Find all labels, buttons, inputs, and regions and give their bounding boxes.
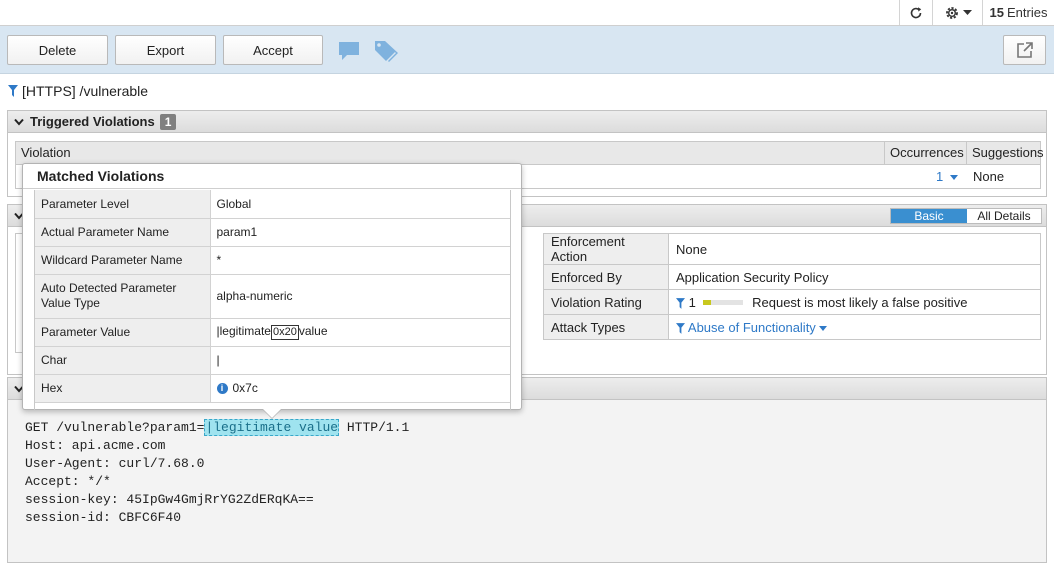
value-post: value — [298, 324, 328, 338]
popout-button[interactable] — [1003, 35, 1046, 65]
popup-title: Matched Violations — [23, 164, 521, 189]
value-pre: |legitimate — [216, 324, 271, 338]
refresh-icon — [910, 6, 922, 18]
row-value: * — [210, 246, 510, 275]
filter-title-text: [HTTPS] /vulnerable — [22, 83, 149, 99]
header-line: User-Agent: curl/7.68.0 — [25, 456, 205, 471]
settings-menu-button[interactable] — [932, 0, 982, 25]
header-line: Host: api.acme.com — [25, 438, 166, 453]
enforcement-table: Enforcement Action None Enforced By Appl… — [543, 233, 1041, 340]
attack-type-link[interactable]: Abuse of Functionality — [688, 320, 816, 335]
row-key: Hex — [35, 374, 211, 403]
delete-button[interactable]: Delete — [7, 35, 108, 65]
filter-title: [HTTPS] /vulnerable — [8, 83, 148, 99]
details-view-toggle: Basic All Details — [890, 208, 1042, 224]
violation-rating-note: Request is most likely a false positive — [752, 294, 968, 310]
table-row: Enforcement Action None — [543, 233, 1041, 265]
all-details-toggle[interactable]: All Details — [967, 209, 1041, 223]
header-line: session-id: CBFC6F40 — [25, 510, 182, 525]
violation-rating-cell: 1 Request is most likely a false positiv… — [668, 289, 1041, 315]
attack-types-cell: Abuse of Functionality — [668, 314, 1041, 340]
entries-count: 15 Entries — [982, 0, 1054, 25]
table-row: Attack Types Abuse of Functionality — [543, 314, 1041, 340]
row-value: Global — [210, 190, 510, 219]
refresh-button[interactable] — [899, 0, 932, 25]
matched-violations-table: Parameter Level Global Actual Parameter … — [35, 190, 510, 403]
rating-bar-fill — [703, 299, 712, 305]
enforcement-action-label: Enforcement Action — [543, 233, 669, 265]
info-icon[interactable]: i — [216, 383, 228, 395]
column-suggestions[interactable]: Suggestions — [967, 142, 1044, 164]
request-body: GET /vulnerable?param1=|legitimate value… — [7, 400, 1047, 563]
section-title: Triggered Violations — [30, 114, 155, 129]
column-violation[interactable]: Violation — [16, 142, 885, 164]
request-line-prefix: GET /vulnerable?param1= — [25, 420, 205, 435]
occurrences-value: 1 — [936, 169, 944, 184]
header-line: session-key: 45IpGw4GmjRrYG2ZdERqKA== — [25, 492, 314, 507]
caret-down-icon — [962, 9, 972, 15]
chevron-down-icon — [14, 118, 24, 126]
top-bar: 15 Entries — [0, 0, 1054, 26]
hex-char-box: 0x20 — [270, 325, 299, 340]
hex-value: 0x7c — [232, 381, 258, 395]
hex-value-cell: i 0x7c — [210, 374, 510, 403]
entries-number: 15 — [989, 5, 1004, 20]
table-row: Actual Parameter Name param1 — [35, 218, 510, 247]
occurrences-dropdown[interactable]: 1 — [936, 169, 958, 184]
caret-down-icon — [949, 175, 958, 181]
request-line-suffix: HTTP/1.1 — [339, 420, 410, 435]
highlighted-parameter-value[interactable]: |legitimate value — [204, 419, 340, 436]
row-value: | — [210, 346, 510, 375]
entries-label: Entries — [1007, 5, 1048, 20]
row-key: Wildcard Parameter Name — [35, 246, 211, 275]
table-row: Char | — [35, 346, 510, 375]
caret-down-icon[interactable] — [819, 325, 828, 331]
enforced-by-label: Enforced By — [543, 264, 669, 290]
violation-rating-label: Violation Rating — [543, 289, 669, 315]
suggestions-value: None — [973, 169, 1005, 184]
row-key: Parameter Level — [35, 190, 211, 219]
row-value: param1 — [210, 218, 510, 247]
request-text: GET /vulnerable?param1=|legitimate value… — [25, 419, 409, 527]
filter-icon[interactable] — [676, 322, 685, 334]
row-key: Parameter Value — [35, 318, 211, 347]
header-line: Accept: */* — [25, 474, 111, 489]
table-row: Hex i 0x7c — [35, 374, 510, 403]
row-key: Char — [35, 346, 211, 375]
table-row: Auto Detected Parameter Value Type alpha… — [35, 274, 510, 319]
row-value: alpha-numeric — [210, 274, 510, 319]
gear-icon — [945, 6, 958, 19]
enforced-by-value: Application Security Policy — [668, 264, 1041, 290]
violations-table-header: Violation Occurrences Suggestions — [15, 141, 1044, 165]
row-key: Actual Parameter Name — [35, 218, 211, 247]
column-occurrences[interactable]: Occurrences — [885, 142, 967, 164]
row-key: Auto Detected Parameter Value Type — [35, 274, 211, 319]
triggered-violations-header[interactable]: Triggered Violations 1 — [7, 110, 1047, 133]
table-row: Wildcard Parameter Name * — [35, 246, 510, 275]
matched-violations-popup: Matched Violations Parameter Level Globa… — [22, 163, 522, 410]
action-toolbar: Delete Export Accept — [0, 26, 1054, 74]
export-button[interactable]: Export — [115, 35, 216, 65]
attack-types-label: Attack Types — [543, 314, 669, 340]
popup-scroll-area[interactable]: Parameter Level Global Actual Parameter … — [34, 190, 511, 410]
parameter-value-cell: |legitimate 0x20 value — [210, 318, 510, 347]
basic-toggle[interactable]: Basic — [891, 209, 967, 223]
tag-icon[interactable] — [373, 39, 401, 63]
filter-icon[interactable] — [676, 297, 685, 309]
table-row: Parameter Value |legitimate 0x20 value — [35, 318, 510, 347]
violation-rating-value: 1 — [688, 294, 696, 310]
popup-pointer — [262, 408, 282, 418]
table-row: Violation Rating 1 Request is most likel… — [543, 289, 1041, 315]
count-badge: 1 — [159, 113, 177, 130]
rating-bar — [703, 299, 744, 305]
popout-icon — [1016, 42, 1033, 58]
accept-button[interactable]: Accept — [223, 35, 323, 65]
table-row: Enforced By Application Security Policy — [543, 264, 1041, 290]
filter-icon[interactable] — [8, 85, 18, 97]
table-row: Parameter Level Global — [35, 190, 510, 219]
enforcement-action-value: None — [668, 233, 1041, 265]
comment-icon[interactable] — [338, 41, 360, 61]
